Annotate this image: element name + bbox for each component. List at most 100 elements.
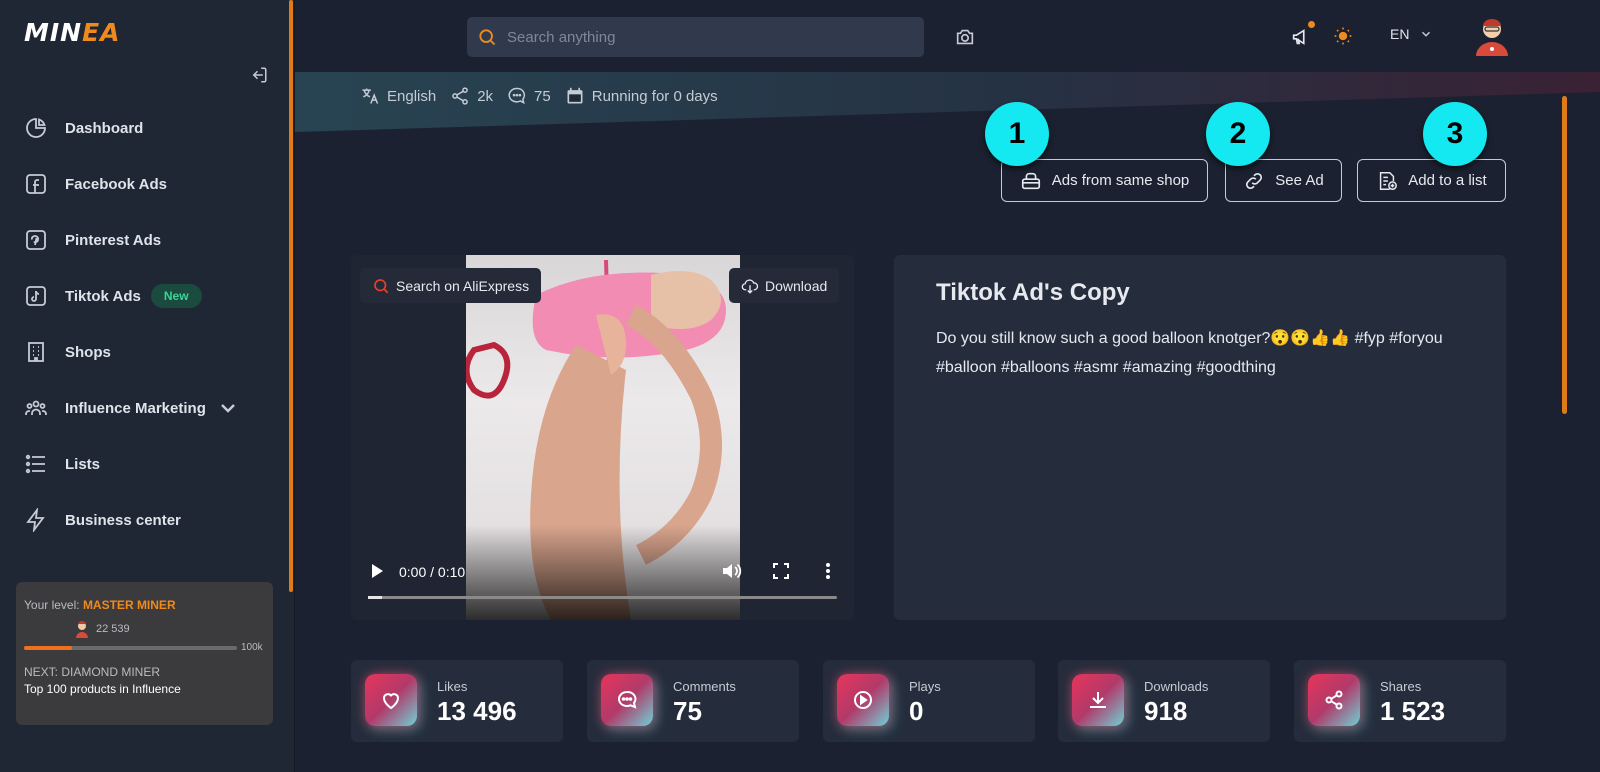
comment-icon <box>508 87 526 105</box>
play-icon[interactable] <box>370 563 384 579</box>
sidebar-nav: Dashboard Facebook Ads Pinterest Ads Tik… <box>0 100 285 548</box>
language-selector[interactable]: EN <box>1390 26 1433 42</box>
collapse-sidebar-icon[interactable] <box>250 66 268 84</box>
next-level-description: Top 100 products in Influence <box>24 682 181 696</box>
stat-label: Likes <box>437 679 468 694</box>
stat-card-downloads: Downloads 918 <box>1058 660 1270 742</box>
level-card: Your level: MASTER MINER 22 539 100k NEX… <box>16 582 273 725</box>
stat-card-shares: Shares 1 523 <box>1294 660 1506 742</box>
stat-card-likes: Likes 13 496 <box>351 660 563 742</box>
download-video-button[interactable]: Download <box>729 268 840 303</box>
main-scrollbar[interactable] <box>1562 96 1567 414</box>
tiktok-icon <box>26 286 46 306</box>
list-icon <box>25 454 45 474</box>
comment-icon <box>618 691 637 709</box>
sidebar-item-facebook-ads[interactable]: Facebook Ads <box>0 156 285 212</box>
users-group-icon <box>25 400 47 415</box>
minea-logo[interactable]: MINEA <box>24 18 121 47</box>
sun-icon[interactable] <box>1333 26 1353 46</box>
sidebar: MINEA Dashboard Facebook Ads Pinterest A… <box>0 0 295 772</box>
ad-shares: 2k <box>450 86 493 106</box>
level-name: MASTER MINER <box>82 598 176 612</box>
play-circle-icon <box>854 691 872 709</box>
level-max: 100k <box>241 642 263 653</box>
pinterest-icon <box>26 230 46 250</box>
megaphone-icon[interactable] <box>1290 26 1312 48</box>
link-icon <box>1246 172 1263 189</box>
user-avatar[interactable] <box>1473 14 1511 56</box>
heart-icon <box>382 693 400 710</box>
sidebar-item-business-center[interactable]: Business center <box>0 492 285 548</box>
ad-copy-text: Do you still know such a good balloon kn… <box>936 330 1443 376</box>
sidebar-item-label: Business center <box>65 511 181 529</box>
marker-1: 1 <box>985 102 1049 166</box>
sidebar-item-influence-marketing[interactable]: Influence Marketing <box>0 380 285 436</box>
new-badge: New <box>150 284 202 308</box>
level-progress-fill <box>24 645 72 650</box>
video-time: 0:00 / 0:10 <box>399 564 466 580</box>
ad-copy-title: Tiktok Ad's Copy <box>936 279 1130 306</box>
sidebar-item-label: Influence Marketing <box>65 399 206 417</box>
volume-icon[interactable] <box>722 562 742 580</box>
stat-value: 75 <box>673 696 702 726</box>
chevron-down-icon[interactable] <box>216 396 240 420</box>
stat-label: Shares <box>1380 679 1422 694</box>
stat-label: Comments <box>673 679 736 694</box>
chevron-down-icon <box>1422 31 1431 37</box>
camera-icon[interactable] <box>954 26 976 48</box>
cloud-download-icon <box>741 278 759 294</box>
topbar: EN <box>295 0 1600 72</box>
sidebar-item-label: Pinterest Ads <box>65 231 162 249</box>
share-icon <box>452 87 469 105</box>
lightning-icon <box>26 508 45 532</box>
more-options-icon[interactable] <box>825 562 831 580</box>
add-to-list-button[interactable]: Add to a list <box>1357 159 1506 202</box>
marker-2: 2 <box>1206 102 1270 166</box>
level-points: 22 539 <box>74 620 265 638</box>
video-player[interactable]: Search on AliExpress Download 0:00 / 0:1… <box>351 255 854 620</box>
ad-meta-row: English 2k 75 Running for 0 days <box>360 86 732 106</box>
sidebar-item-lists[interactable]: Lists <box>0 436 285 492</box>
sidebar-item-label: Dashboard <box>65 119 144 137</box>
download-icon <box>1090 692 1106 708</box>
ad-copy-panel: Tiktok Ad's Copy Do you still know such … <box>894 255 1506 620</box>
search-icon <box>374 278 389 293</box>
building-icon <box>28 342 44 362</box>
stat-label: Downloads <box>1144 679 1209 694</box>
search-input[interactable] <box>507 28 907 46</box>
sidebar-item-dashboard[interactable]: Dashboard <box>0 100 285 156</box>
notification-dot <box>1308 21 1315 28</box>
stat-value: 918 <box>1144 696 1188 726</box>
sidebar-item-pinterest-ads[interactable]: Pinterest Ads <box>0 212 285 268</box>
sidebar-scrollbar[interactable] <box>289 0 293 592</box>
video-progress-track[interactable] <box>368 596 837 599</box>
fullscreen-icon[interactable] <box>773 563 789 579</box>
sidebar-item-shops[interactable]: Shops <box>0 324 285 380</box>
translate-icon <box>362 88 379 104</box>
level-progress-bar <box>24 645 237 650</box>
user-avatar-mini-icon <box>76 621 88 638</box>
stat-card-comments: Comments 75 <box>587 660 799 742</box>
stat-card-plays: Plays 0 <box>823 660 1035 742</box>
facebook-icon <box>26 174 46 194</box>
next-level: NEXT: DIAMOND MINER <box>24 665 161 679</box>
stat-value: 1 523 <box>1380 696 1446 726</box>
shop-icon <box>1021 172 1040 189</box>
sidebar-item-label: Tiktok Ads <box>65 287 141 305</box>
pie-chart-icon <box>26 118 46 138</box>
ads-from-same-shop-button[interactable]: Ads from same shop <box>1001 159 1208 202</box>
ad-comments: 75 <box>507 86 551 106</box>
video-progress-fill <box>368 596 382 599</box>
stat-label: Plays <box>909 679 941 694</box>
calendar-icon <box>567 87 583 104</box>
language-label: EN <box>1390 26 1410 42</box>
search-aliexpress-button[interactable]: Search on AliExpress <box>360 268 542 303</box>
ad-language: English <box>360 86 436 106</box>
video-controls: 0:00 / 0:10 <box>351 555 854 620</box>
stat-value: 13 496 <box>437 696 517 726</box>
stat-value: 0 <box>909 696 924 726</box>
sidebar-item-tiktok-ads[interactable]: Tiktok Ads New <box>0 268 285 324</box>
search-box[interactable] <box>467 17 924 57</box>
marker-3: 3 <box>1423 102 1487 166</box>
sidebar-item-label: Facebook Ads <box>65 175 167 193</box>
